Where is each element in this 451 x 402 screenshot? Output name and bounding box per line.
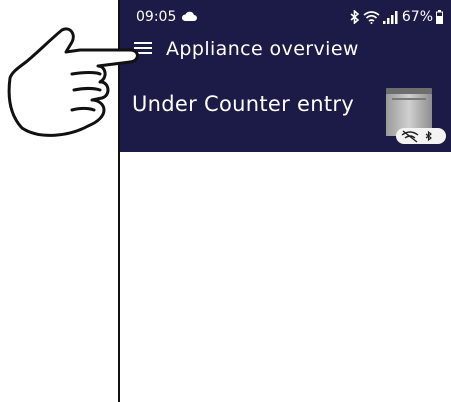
- cloud-icon: [181, 11, 197, 21]
- appliance-name[interactable]: Under Counter entry: [132, 91, 354, 117]
- pointing-hand-icon: [7, 27, 139, 137]
- app-header: 09:05 67% Appliance overview Under Count…: [120, 0, 451, 152]
- bluetooth-icon: [350, 10, 360, 24]
- connection-status-badge: [396, 128, 446, 144]
- page-title: Appliance overview: [166, 38, 359, 60]
- bluetooth-small-icon: [425, 130, 432, 142]
- wifi-icon: [363, 11, 380, 24]
- signal-icon: [382, 10, 398, 24]
- status-icons: 67%: [350, 9, 443, 25]
- status-bar: 09:05 67%: [120, 0, 451, 26]
- battery-icon: [436, 10, 443, 24]
- battery-percent: 67%: [401, 9, 433, 25]
- wifi-off-icon: [401, 130, 419, 143]
